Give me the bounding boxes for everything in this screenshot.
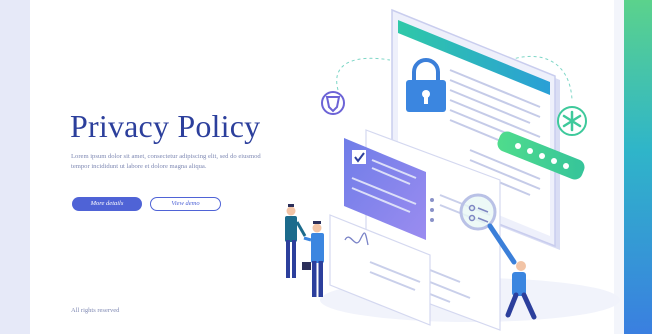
landing-page: Privacy Policy Lorem ipsum dolor sit ame… (0, 0, 652, 334)
right-gradient-strip (624, 0, 652, 334)
footer-copyright: All rights reserved (71, 307, 120, 314)
dashed-connector (336, 57, 391, 91)
left-edge-strip (0, 0, 30, 334)
page-title: Privacy Policy (70, 108, 261, 144)
more-details-button[interactable]: More details (72, 197, 142, 211)
asterisk-icon (557, 106, 587, 136)
privacy-illustration (285, 8, 620, 331)
shield-icon (321, 91, 345, 115)
businessman-right (302, 221, 324, 297)
view-demo-button[interactable]: View demo (150, 197, 221, 211)
checkbox-icon (352, 150, 366, 164)
hero-description: Lorem ipsum dolor sit amet, consectetur … (71, 153, 261, 170)
